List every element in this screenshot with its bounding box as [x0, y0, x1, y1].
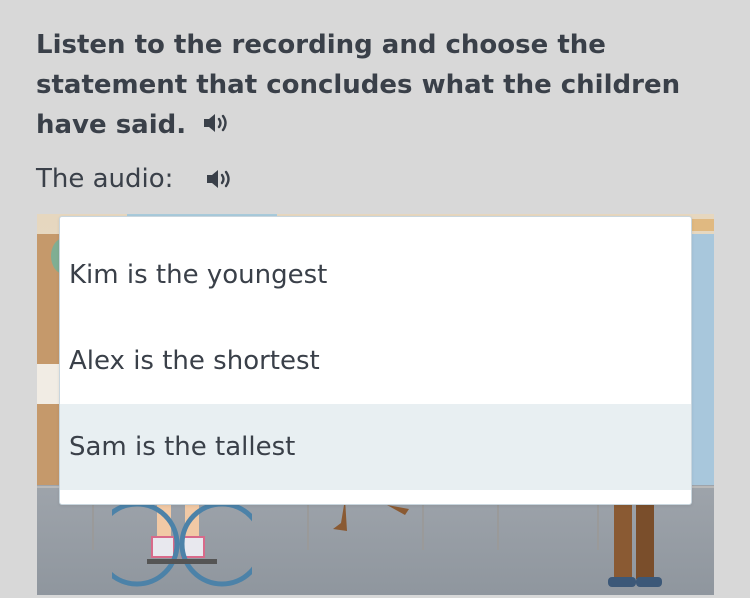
audio-row: The audio:	[36, 158, 235, 200]
child-walking	[333, 499, 409, 531]
scene-whiteboard	[690, 234, 714, 514]
audio-label: The audio:	[36, 164, 174, 194]
speaker-icon[interactable]	[202, 111, 232, 135]
answer-dropdown[interactable]: Kim is the youngest Alex is the shortest…	[59, 216, 692, 505]
option-kim-youngest[interactable]: Kim is the youngest	[60, 232, 691, 318]
speaker-icon[interactable]	[205, 167, 235, 191]
scene-frame	[690, 219, 714, 231]
scene-paper	[37, 364, 59, 404]
option-sam-tallest[interactable]: Sam is the tallest	[60, 404, 691, 490]
question-label: Listen to the recording and choose the s…	[36, 30, 681, 140]
child-in-wheelchair	[112, 499, 252, 587]
child-standing	[608, 499, 662, 587]
question-text: Listen to the recording and choose the s…	[36, 25, 696, 145]
option-alex-shortest[interactable]: Alex is the shortest	[60, 318, 691, 404]
